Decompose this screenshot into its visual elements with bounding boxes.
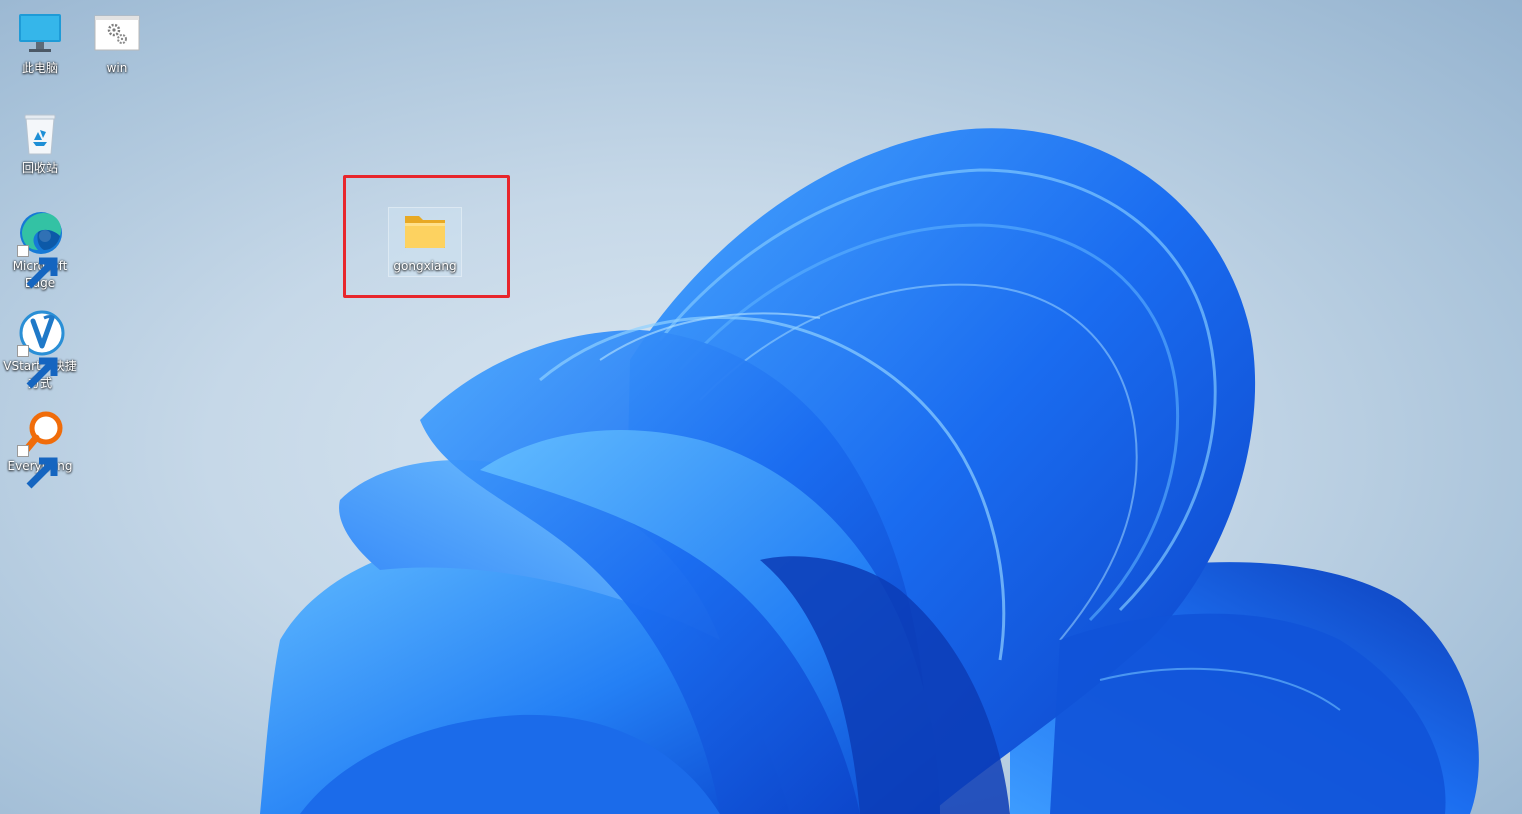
desktop-icon-label: 回收站: [21, 161, 58, 175]
everything-search-icon: [14, 408, 66, 489]
desktop-icon-label: 此电脑: [21, 61, 58, 75]
desktop-icon-this-pc[interactable]: 此电脑: [2, 10, 78, 77]
recycle-bin-icon: [14, 110, 66, 160]
edge-icon: [14, 208, 66, 289]
desktop-icon-everything[interactable]: Everything: [2, 408, 78, 489]
desktop-icon-win[interactable]: win: [79, 10, 155, 77]
desktop[interactable]: 此电脑 win 回收站 Microsoft Edge VStart - 快捷方式…: [0, 0, 1522, 814]
shortcut-arrow-icon: [17, 345, 58, 389]
settings-window-icon: [91, 10, 143, 60]
desktop-icon-recycle-bin[interactable]: 回收站: [2, 110, 78, 177]
desktop-icon-label: win: [106, 61, 128, 75]
shortcut-arrow-icon: [17, 245, 58, 289]
shortcut-arrow-icon: [17, 445, 58, 489]
desktop-icon-vstart[interactable]: VStart - 快捷方式: [2, 308, 78, 392]
monitor-icon: [14, 10, 66, 60]
desktop-icon-edge[interactable]: Microsoft Edge: [2, 208, 78, 292]
annotation-highlight-box: [343, 175, 510, 298]
wallpaper-bloom: [260, 128, 1479, 814]
vstart-icon: [14, 308, 66, 389]
